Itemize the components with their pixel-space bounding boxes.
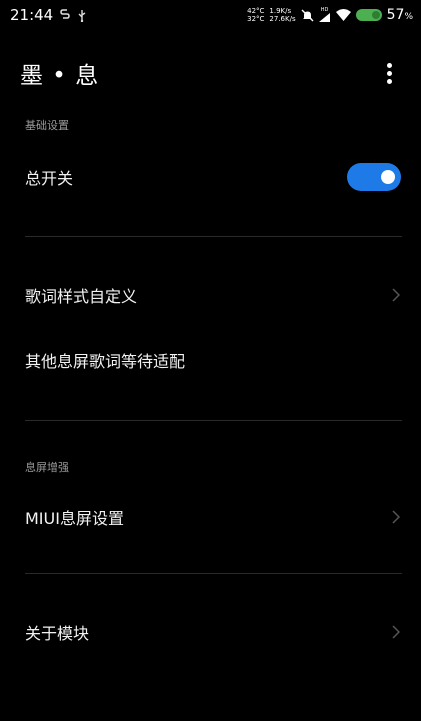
- usb-icon: [77, 9, 87, 22]
- chevron-right-icon: [391, 624, 401, 640]
- master-switch-label: 总开关: [25, 169, 74, 188]
- sync-icon: [60, 9, 70, 21]
- about-module-row[interactable]: 关于模块: [0, 604, 421, 660]
- lyrics-style-label: 歌词样式自定义: [25, 287, 138, 306]
- app-header: 墨 • 息: [0, 50, 421, 96]
- battery-percent: 57%: [386, 7, 413, 23]
- master-switch-row[interactable]: 总开关: [0, 149, 421, 205]
- about-module-label: 关于模块: [25, 624, 90, 643]
- wifi-icon: [335, 9, 351, 21]
- chevron-right-icon: [391, 509, 401, 525]
- other-lyrics-label: 其他息屏歌词等待适配: [25, 352, 186, 371]
- hd-signal-icon: HD: [318, 8, 331, 22]
- lyrics-style-row[interactable]: 歌词样式自定义: [0, 267, 421, 323]
- mute-bell-icon: [301, 9, 314, 22]
- master-switch-toggle[interactable]: [347, 163, 401, 191]
- status-bar: 21:44 42°C 32°C 1.9K/s 27.6K/s HD 57%: [0, 0, 421, 30]
- divider: [25, 236, 402, 237]
- screen: 21:44 42°C 32°C 1.9K/s 27.6K/s HD 57% 墨 …: [0, 0, 421, 721]
- more-dot-icon: [386, 78, 392, 84]
- toggle-knob: [381, 170, 395, 184]
- chevron-right-icon: [391, 287, 401, 303]
- other-lyrics-row[interactable]: 其他息屏歌词等待适配: [0, 332, 421, 388]
- section-header-basic: 基础设置: [25, 119, 69, 132]
- temperature-readout: 42°C 32°C: [247, 7, 265, 23]
- divider: [25, 573, 402, 574]
- divider: [25, 420, 402, 421]
- miui-aod-label: MIUI息屏设置: [25, 509, 124, 528]
- status-time: 21:44: [10, 6, 54, 24]
- page-title: 墨 • 息: [20, 63, 100, 89]
- status-right: 42°C 32°C 1.9K/s 27.6K/s HD 57%: [247, 7, 413, 23]
- section-header-aod: 息屏增强: [25, 461, 69, 474]
- more-dot-icon: [386, 62, 392, 68]
- miui-aod-row[interactable]: MIUI息屏设置: [0, 489, 421, 545]
- more-options-button[interactable]: [377, 58, 401, 88]
- more-dot-icon: [386, 70, 392, 76]
- battery-icon: [355, 9, 382, 21]
- network-speed-readout: 1.9K/s 27.6K/s: [269, 7, 296, 23]
